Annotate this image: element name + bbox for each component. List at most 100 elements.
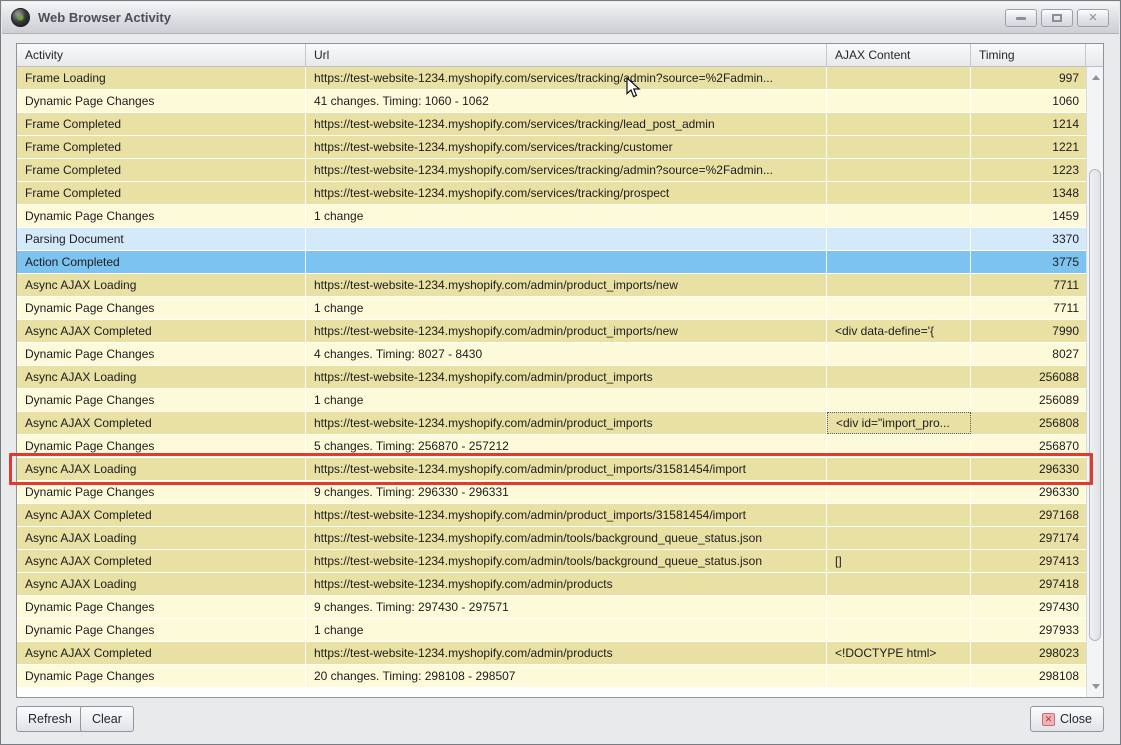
- column-header-timing[interactable]: Timing: [971, 44, 1086, 67]
- refresh-button[interactable]: Refresh: [16, 706, 84, 732]
- cell-url: [306, 251, 827, 273]
- table-row[interactable]: Async AJAX Completed https://test-websit…: [17, 550, 1103, 573]
- cell-ajax-content: [827, 274, 971, 296]
- cell-url: 1 change: [306, 297, 827, 319]
- table-row[interactable]: Frame Completed https://test-website-123…: [17, 136, 1103, 159]
- cell-timing: 1221: [971, 136, 1086, 158]
- scroll-up-button[interactable]: [1087, 69, 1104, 86]
- cell-url: https://test-website-1234.myshopify.com/…: [306, 550, 827, 572]
- table-row[interactable]: Frame Completed https://test-website-123…: [17, 159, 1103, 182]
- table-row[interactable]: Async AJAX Loading https://test-website-…: [17, 573, 1103, 596]
- cell-timing: 296330: [971, 481, 1086, 503]
- cell-ajax-content: [827, 527, 971, 549]
- table-row[interactable]: Async AJAX Completed https://test-websit…: [17, 412, 1103, 435]
- minimize-icon: [1016, 17, 1026, 20]
- table-row[interactable]: Dynamic Page Changes 1 change 1459: [17, 205, 1103, 228]
- cell-ajax-content: [827, 251, 971, 273]
- table-row[interactable]: Frame Completed https://test-website-123…: [17, 182, 1103, 205]
- cell-ajax-content: [827, 481, 971, 503]
- table-row[interactable]: Async AJAX Completed https://test-websit…: [17, 504, 1103, 527]
- cell-activity: Dynamic Page Changes: [17, 435, 306, 457]
- cell-activity: Dynamic Page Changes: [17, 619, 306, 641]
- cell-url: 20 changes. Timing: 298108 - 298507: [306, 665, 827, 687]
- cell-timing: 3775: [971, 251, 1086, 273]
- cell-url: https://test-website-1234.myshopify.com/…: [306, 136, 827, 158]
- column-header-activity[interactable]: Activity: [17, 44, 306, 67]
- cell-activity: Dynamic Page Changes: [17, 596, 306, 618]
- cell-url: 4 changes. Timing: 8027 - 8430: [306, 343, 827, 365]
- table-row[interactable]: Dynamic Page Changes 9 changes. Timing: …: [17, 596, 1103, 619]
- column-header-stub: [1086, 44, 1103, 67]
- table-row[interactable]: Parsing Document 3370: [17, 228, 1103, 251]
- cell-ajax-content: [827, 366, 971, 388]
- cell-timing: 7990: [971, 320, 1086, 342]
- table-row[interactable]: Async AJAX Loading https://test-website-…: [17, 274, 1103, 297]
- cell-timing: 1214: [971, 113, 1086, 135]
- cell-ajax-content: [827, 389, 971, 411]
- cell-timing: 297430: [971, 596, 1086, 618]
- clear-button[interactable]: Clear: [80, 706, 134, 732]
- cell-timing: 1223: [971, 159, 1086, 181]
- table-row[interactable]: Frame Loading https://test-website-1234.…: [17, 67, 1103, 90]
- cell-timing: 256089: [971, 389, 1086, 411]
- refresh-button-label: Refresh: [28, 712, 72, 726]
- cell-url: 1 change: [306, 619, 827, 641]
- titlebar[interactable]: Web Browser Activity ✕: [2, 2, 1119, 34]
- cell-activity: Dynamic Page Changes: [17, 389, 306, 411]
- cell-timing: 1060: [971, 90, 1086, 112]
- cell-ajax-content: [827, 573, 971, 595]
- maximize-button[interactable]: [1041, 9, 1073, 27]
- cell-timing: 296330: [971, 458, 1086, 480]
- vertical-scrollbar[interactable]: [1086, 67, 1103, 697]
- table-row[interactable]: Frame Completed https://test-website-123…: [17, 113, 1103, 136]
- table-row[interactable]: Dynamic Page Changes 4 changes. Timing: …: [17, 343, 1103, 366]
- table-row[interactable]: Async AJAX Loading https://test-website-…: [17, 366, 1103, 389]
- cell-ajax-content: []: [827, 550, 971, 572]
- scroll-down-button[interactable]: [1087, 678, 1104, 695]
- cell-url: 41 changes. Timing: 1060 - 1062: [306, 90, 827, 112]
- minimize-button[interactable]: [1005, 9, 1037, 27]
- table-row[interactable]: Dynamic Page Changes 1 change 256089: [17, 389, 1103, 412]
- column-header-url[interactable]: Url: [306, 44, 827, 67]
- table-row[interactable]: Async AJAX Loading https://test-website-…: [17, 458, 1103, 481]
- table-row[interactable]: Async AJAX Completed https://test-websit…: [17, 320, 1103, 343]
- cell-url: 5 changes. Timing: 256870 - 257212: [306, 435, 827, 457]
- cell-activity: Async AJAX Loading: [17, 527, 306, 549]
- cell-ajax-content: [827, 504, 971, 526]
- column-header-ajax-content[interactable]: AJAX Content: [827, 44, 971, 67]
- cell-activity: Action Completed: [17, 251, 306, 273]
- close-button[interactable]: ✕ Close: [1030, 706, 1104, 732]
- cell-activity: Frame Completed: [17, 159, 306, 181]
- table-row[interactable]: Dynamic Page Changes 9 changes. Timing: …: [17, 481, 1103, 504]
- table-row[interactable]: Dynamic Page Changes 20 changes. Timing:…: [17, 665, 1103, 688]
- cell-ajax-content: [827, 205, 971, 227]
- table-row[interactable]: Action Completed 3775: [17, 251, 1103, 274]
- cell-url: 1 change: [306, 205, 827, 227]
- cell-url: 9 changes. Timing: 296330 - 296331: [306, 481, 827, 503]
- cell-activity: Async AJAX Loading: [17, 274, 306, 296]
- cell-ajax-content: [827, 665, 971, 687]
- cell-ajax-content: [827, 90, 971, 112]
- cell-url: https://test-website-1234.myshopify.com/…: [306, 182, 827, 204]
- table-row[interactable]: Dynamic Page Changes 41 changes. Timing:…: [17, 90, 1103, 113]
- scrollbar-thumb[interactable]: [1089, 169, 1101, 641]
- cell-activity: Async AJAX Completed: [17, 504, 306, 526]
- cell-ajax-content: [827, 182, 971, 204]
- cell-activity: Dynamic Page Changes: [17, 205, 306, 227]
- table-row[interactable]: Dynamic Page Changes 1 change 297933: [17, 619, 1103, 642]
- cell-url: https://test-website-1234.myshopify.com/…: [306, 527, 827, 549]
- table-row[interactable]: Async AJAX Completed https://test-websit…: [17, 642, 1103, 665]
- cell-ajax-content: [827, 228, 971, 250]
- cell-ajax-content: [827, 136, 971, 158]
- cell-timing: 1459: [971, 205, 1086, 227]
- table-row[interactable]: Dynamic Page Changes 1 change 7711: [17, 297, 1103, 320]
- cell-activity: Dynamic Page Changes: [17, 90, 306, 112]
- table-row[interactable]: Async AJAX Loading https://test-website-…: [17, 527, 1103, 550]
- table-row[interactable]: Dynamic Page Changes 5 changes. Timing: …: [17, 435, 1103, 458]
- close-window-button[interactable]: ✕: [1077, 9, 1109, 27]
- cell-timing: 298108: [971, 665, 1086, 687]
- close-button-label: Close: [1060, 712, 1092, 726]
- cell-url: https://test-website-1234.myshopify.com/…: [306, 573, 827, 595]
- cell-url: https://test-website-1234.myshopify.com/…: [306, 504, 827, 526]
- cell-ajax-content: <div data-define='{: [827, 320, 971, 342]
